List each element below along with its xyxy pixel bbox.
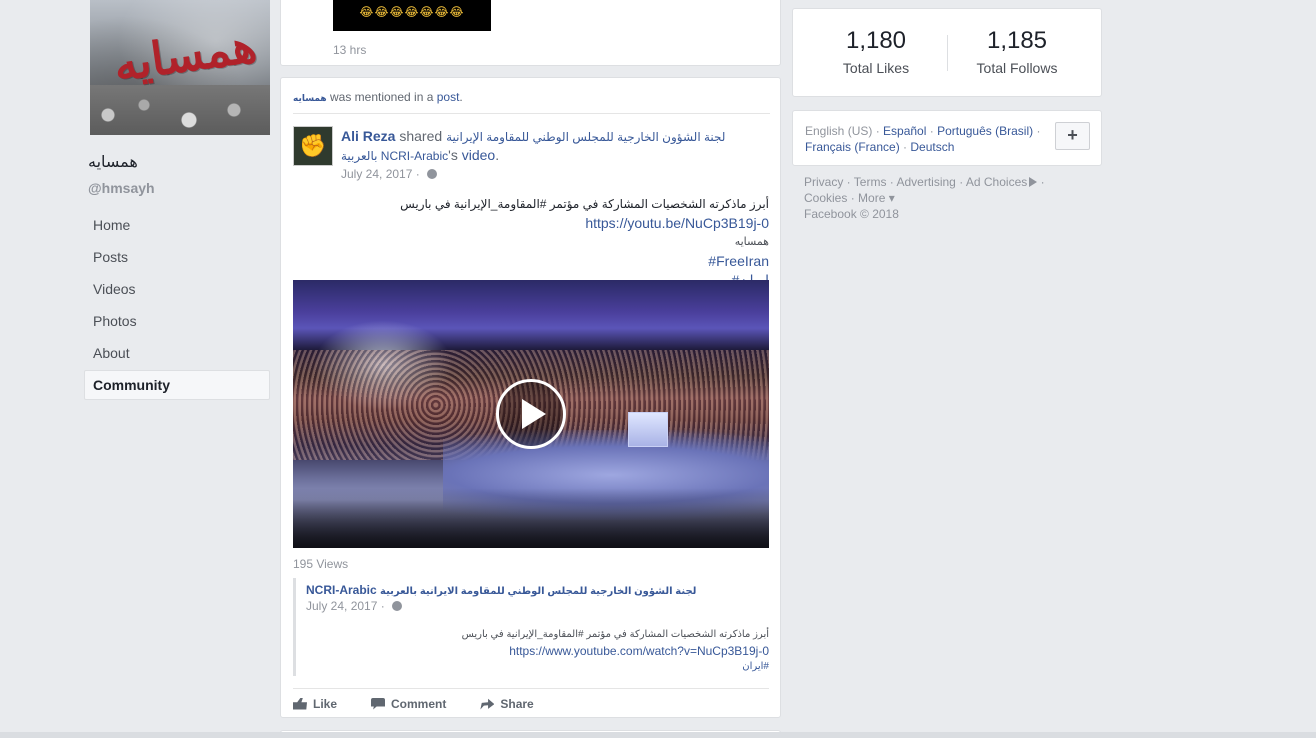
separator: · <box>1037 175 1045 189</box>
author-name[interactable]: Ali Reza <box>341 128 395 144</box>
globe-icon <box>427 169 438 179</box>
separator: · <box>926 124 938 138</box>
post-header: Ali Reza shared لجنة الشؤون الخارجية للم… <box>341 128 726 163</box>
language-deutsch[interactable]: Deutsch <box>910 140 954 154</box>
language-espanol[interactable]: Español <box>883 124 926 138</box>
shared-date-text: July 24, 2017 · <box>306 599 389 613</box>
video-link[interactable]: video <box>462 147 495 163</box>
mention-page-name[interactable]: همسایه <box>293 93 327 103</box>
page-nav: Home Posts Videos Photos About Community <box>84 210 270 402</box>
mention-text: was mentioned in a <box>326 90 437 104</box>
total-follows[interactable]: 1,185 Total Follows <box>942 27 1092 76</box>
separator: · <box>955 175 966 189</box>
separator: · <box>843 175 854 189</box>
shared-original-post: NCRI-Arabic لجنة الشؤون الخارجية للمجلس … <box>293 578 769 676</box>
shared-title-ar: لجنة الشؤون الخارجية للمجلس الوطني للمقا… <box>380 586 697 597</box>
total-likes-label: Total Likes <box>842 60 910 76</box>
play-button[interactable] <box>496 379 566 449</box>
footer-privacy[interactable]: Privacy <box>804 175 843 189</box>
share-button[interactable]: Share <box>480 696 534 711</box>
previous-post-image[interactable]: 😂😂😂😂😂😂😂 <box>333 0 491 31</box>
play-icon <box>522 399 546 429</box>
cover-calligraphy: همسایه <box>110 18 260 92</box>
language-current: English (US) <box>805 124 873 138</box>
video-player[interactable] <box>293 280 769 548</box>
post-timestamp[interactable]: July 24, 2017 · <box>341 167 438 181</box>
language-card: English (US) · Español · Português (Bras… <box>792 110 1102 166</box>
nav-item-home[interactable]: Home <box>84 210 270 240</box>
page-cover-photo[interactable]: همسایه <box>90 0 270 135</box>
post-body: أبرز ماذكرته الشخصيات المشاركة في مؤتمر … <box>293 195 769 290</box>
total-likes[interactable]: 1,180 Total Likes <box>801 27 951 76</box>
thumbs-up-icon <box>293 697 307 710</box>
share-label: Share <box>500 696 534 711</box>
nav-item-community[interactable]: Community <box>84 370 270 400</box>
post-actions: Like Comment Share <box>293 688 769 718</box>
page-handle[interactable]: @hmsayh <box>88 180 155 196</box>
page-title[interactable]: همسایه <box>88 152 138 172</box>
shared-post-timestamp[interactable]: July 24, 2017 · <box>306 599 403 613</box>
author-avatar[interactable]: ✊ <box>293 126 333 166</box>
mention-post-link[interactable]: post <box>437 90 460 104</box>
post-card: همسایه was mentioned in a post. ✊ Ali Re… <box>280 77 781 718</box>
like-label: Like <box>313 696 338 711</box>
share-arrow-icon <box>480 698 495 710</box>
language-portugues[interactable]: Português (Brasil) <box>937 124 1033 138</box>
footer-copyright: Facebook © 2018 <box>804 207 899 221</box>
hashtag-freeiran[interactable]: #FreeIran <box>293 252 769 271</box>
cover-rubble <box>90 85 270 135</box>
language-list: English (US) · Español · Português (Bras… <box>805 123 1050 155</box>
post-text-line-1: أبرز ماذكرته الشخصيات المشاركة في مؤتمر … <box>400 197 769 211</box>
bottom-edge <box>0 732 1316 738</box>
footer-cookies[interactable]: Cookies <box>804 191 847 205</box>
total-likes-count: 1,180 <box>845 27 907 54</box>
separator: · <box>872 124 884 138</box>
shared-youtube-link[interactable]: https://www.youtube.com/watch?v=NuCp3B19… <box>309 643 769 659</box>
language-francais[interactable]: Français (France) <box>805 140 900 154</box>
footer-terms[interactable]: Terms <box>854 175 887 189</box>
footer-links: Privacy · Terms · Advertising · Ad Choic… <box>804 174 1084 222</box>
footer-advertising[interactable]: Advertising <box>896 175 955 189</box>
comment-button[interactable]: Comment <box>371 697 446 711</box>
nav-item-photos[interactable]: Photos <box>84 306 270 336</box>
shared-hashtag-iran[interactable]: #ایران <box>309 659 769 675</box>
more-label: More <box>858 191 886 205</box>
globe-icon <box>392 601 403 611</box>
video-view-count: 195 Views <box>293 557 349 571</box>
total-follows-count: 1,185 <box>986 27 1048 54</box>
video-foreground <box>293 488 769 548</box>
page-stats-card: 1,180 Total Likes 1,185 Total Follows <box>792 8 1102 97</box>
separator: · <box>847 191 859 205</box>
nav-item-posts[interactable]: Posts <box>84 242 270 272</box>
shared-text-line-1: أبرز ماذكرته الشخصيات المشاركة في مؤتمر … <box>461 629 769 640</box>
post-text-line-3: همسایه <box>734 236 769 248</box>
post-youtube-link[interactable]: https://youtu.be/NuCp3B19j-0 <box>293 214 769 233</box>
mention-bar: همسایه was mentioned in a post. <box>293 90 770 114</box>
footer-more[interactable]: More ▾ <box>858 191 895 205</box>
shared-suffix: 's <box>448 147 462 163</box>
footer-ad-choices[interactable]: Ad Choices <box>965 175 1038 189</box>
shared-post-body: أبرز ماذكرته الشخصيات المشاركة في مؤتمر … <box>309 627 769 675</box>
add-language-button[interactable]: + <box>1055 122 1090 150</box>
like-button[interactable]: Like <box>293 697 337 711</box>
shared-title-en: NCRI-Arabic <box>306 583 381 597</box>
separator: · <box>899 140 911 154</box>
comment-icon <box>371 697 386 710</box>
nav-item-about[interactable]: About <box>84 338 270 368</box>
video-podium <box>628 412 668 447</box>
separator: · <box>1033 124 1041 138</box>
total-follows-label: Total Follows <box>976 60 1058 76</box>
mention-text-end: . <box>459 90 463 104</box>
previous-post-time[interactable]: 13 hrs <box>333 43 366 57</box>
ad-choices-label: Ad Choices <box>965 175 1028 189</box>
caret-down-icon: ▾ <box>885 191 895 205</box>
raised-fist-icon: ✊ <box>299 133 327 158</box>
previous-post-card: 😂😂😂😂😂😂😂 13 hrs <box>280 0 781 66</box>
separator: · <box>886 175 897 189</box>
shared-page-title[interactable]: NCRI-Arabic لجنة الشؤون الخارجية للمجلس … <box>306 583 696 597</box>
shared-word: shared <box>395 128 447 144</box>
nav-item-videos[interactable]: Videos <box>84 274 270 304</box>
post-date-text: July 24, 2017 · <box>341 167 424 181</box>
comment-label: Comment <box>391 696 447 711</box>
